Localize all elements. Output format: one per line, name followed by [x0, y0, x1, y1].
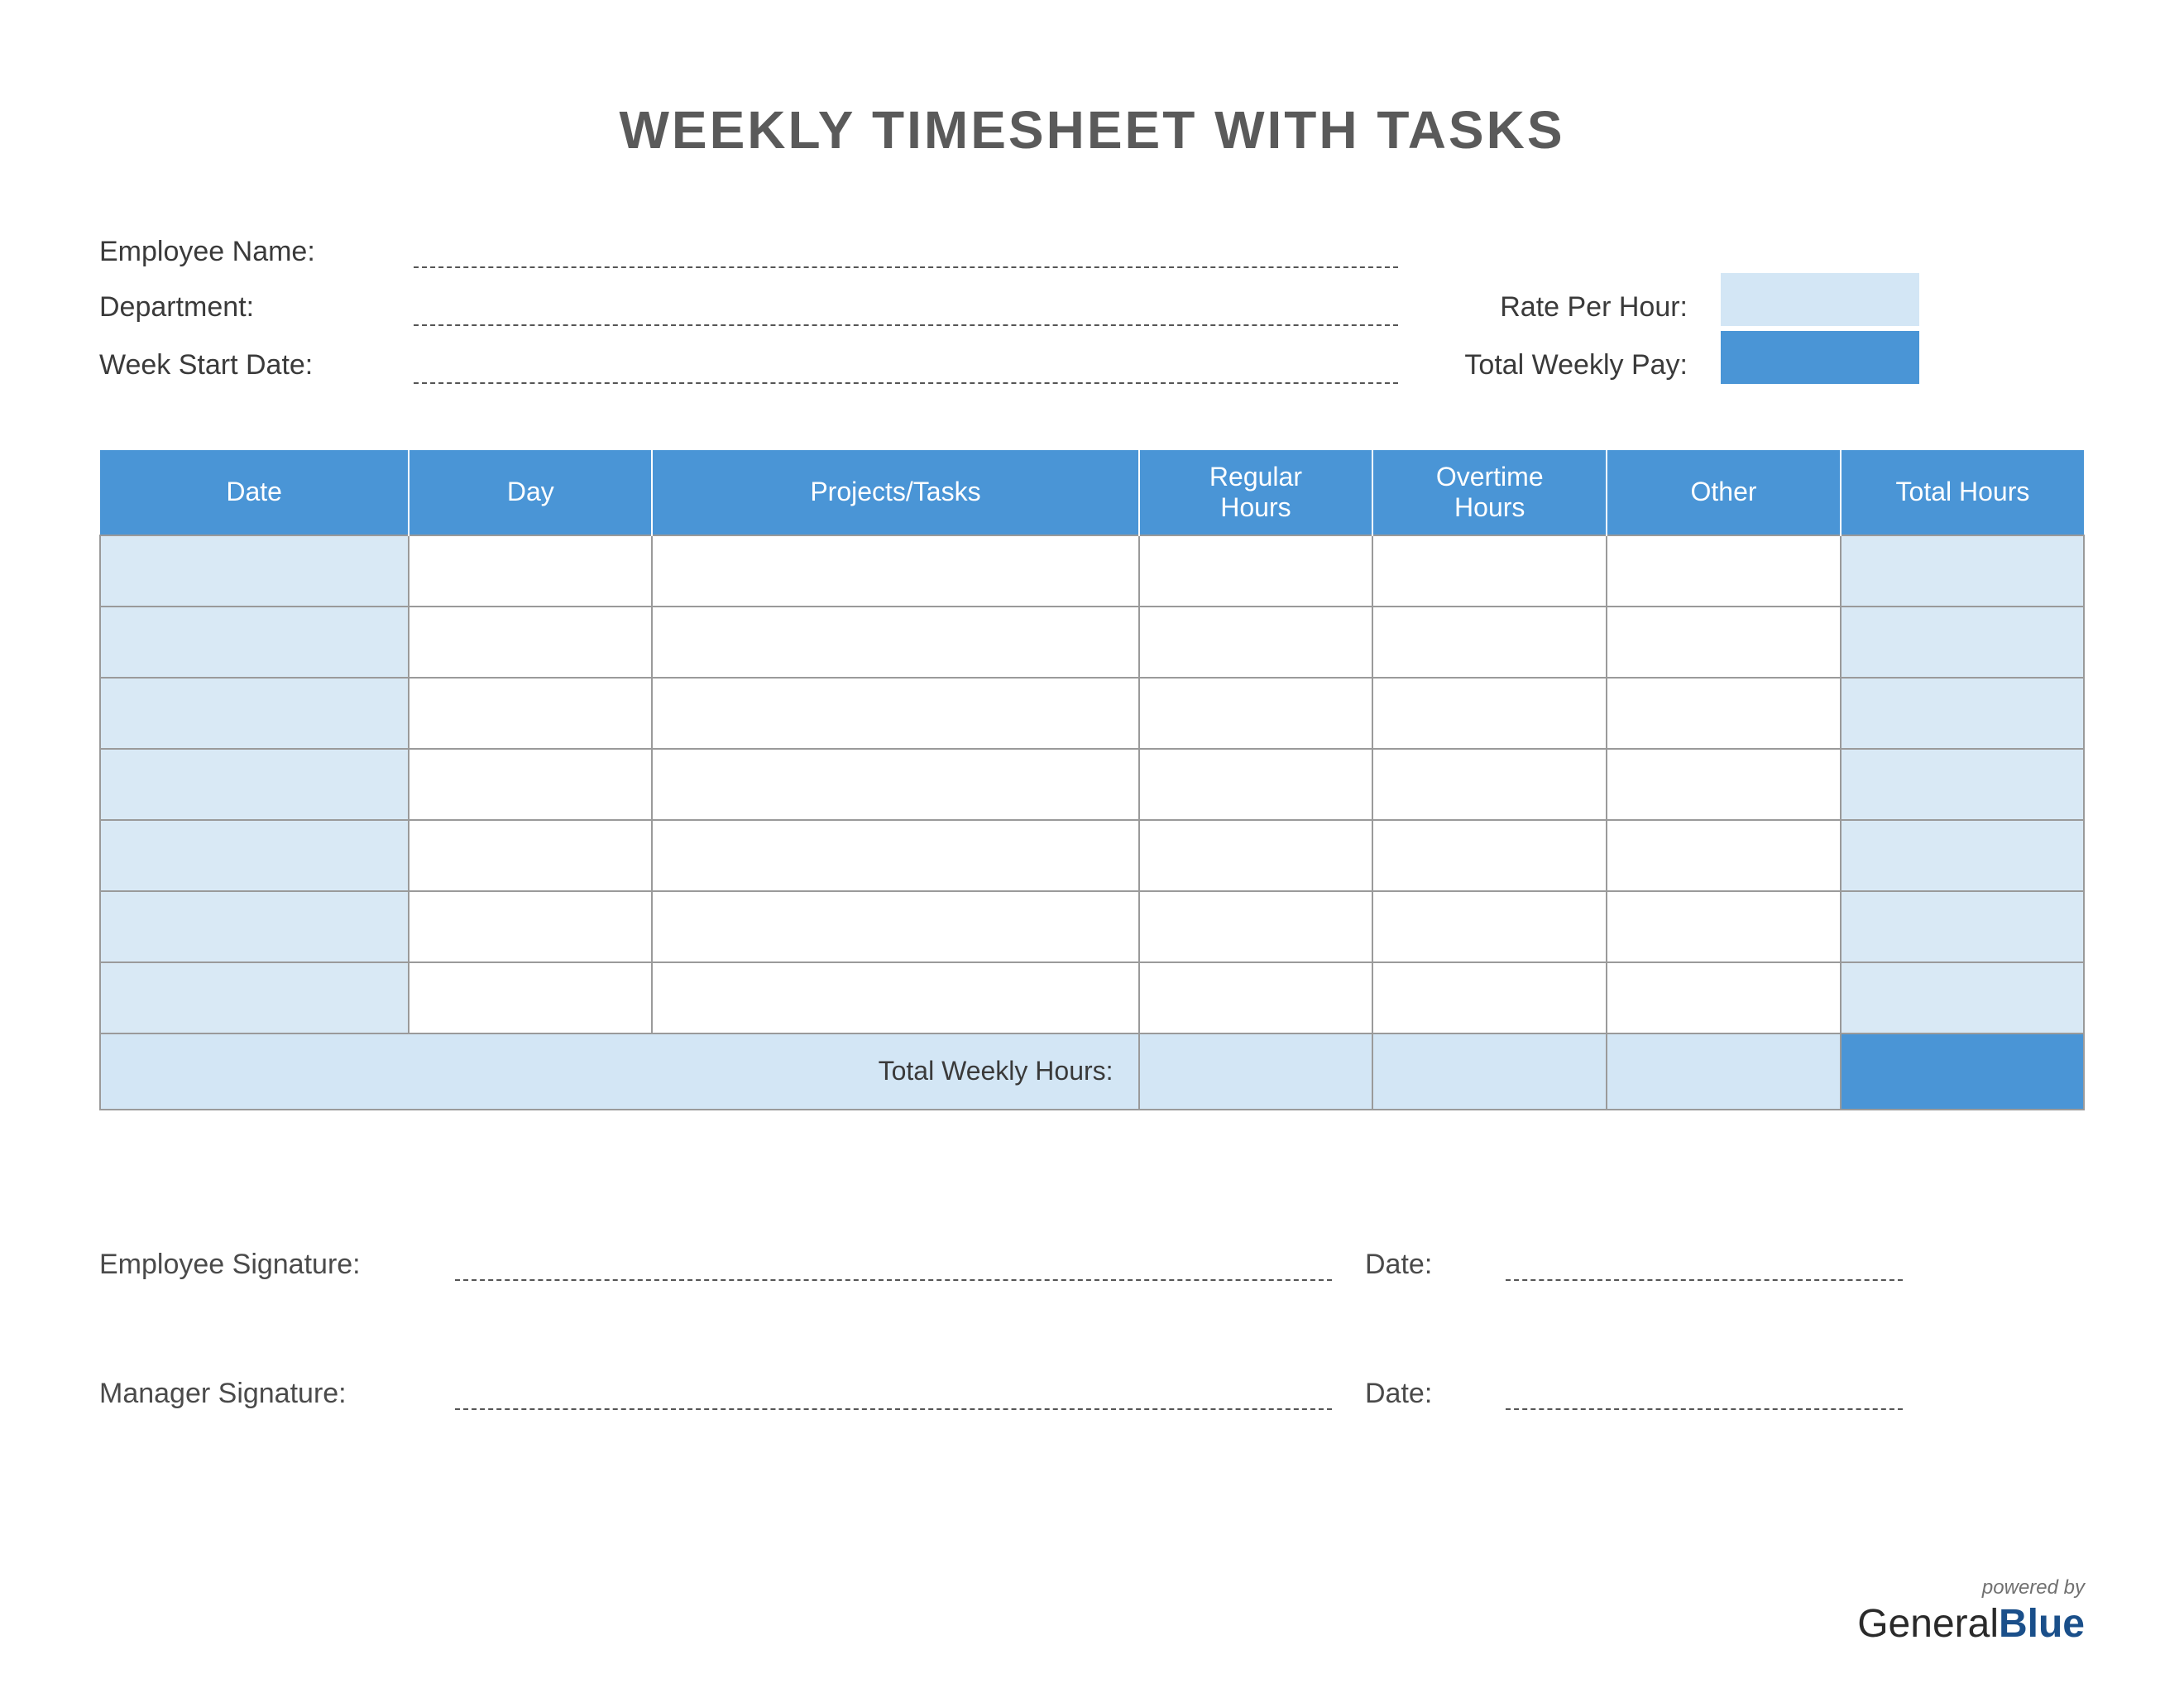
cell-overtime[interactable]	[1372, 535, 1607, 607]
cell-overtime[interactable]	[1372, 891, 1607, 962]
cell-date[interactable]	[100, 607, 409, 678]
cell-date[interactable]	[100, 891, 409, 962]
manager-date-field[interactable]	[1506, 1372, 1903, 1410]
cell-day[interactable]	[409, 607, 652, 678]
cell-overtime[interactable]	[1372, 607, 1607, 678]
week-start-label: Week Start Date:	[99, 349, 381, 381]
cell-projects[interactable]	[652, 962, 1138, 1033]
cell-regular[interactable]	[1139, 820, 1373, 891]
cell-regular[interactable]	[1139, 678, 1373, 749]
cell-other[interactable]	[1607, 820, 1841, 891]
info-block: Employee Name: Department: Rate Per Hour…	[99, 235, 2085, 384]
cell-total[interactable]	[1841, 962, 2084, 1033]
table-row	[100, 891, 2084, 962]
cell-total[interactable]	[1841, 535, 2084, 607]
cell-projects[interactable]	[652, 535, 1138, 607]
manager-date-label: Date:	[1365, 1378, 1473, 1410]
table-row	[100, 749, 2084, 820]
col-other: Other	[1607, 450, 1841, 535]
cell-regular[interactable]	[1139, 749, 1373, 820]
employee-signature-label: Employee Signature:	[99, 1249, 422, 1281]
total-weekly-hours-label: Total Weekly Hours:	[100, 1033, 1139, 1110]
cell-overtime[interactable]	[1372, 749, 1607, 820]
table-row	[100, 535, 2084, 607]
cell-projects[interactable]	[652, 820, 1138, 891]
cell-day[interactable]	[409, 678, 652, 749]
cell-total[interactable]	[1841, 891, 2084, 962]
total-weekly-pay-label: Total Weekly Pay:	[1431, 349, 1688, 381]
col-total: Total Hours	[1841, 450, 2084, 535]
cell-total[interactable]	[1841, 749, 2084, 820]
cell-regular[interactable]	[1139, 607, 1373, 678]
rate-per-hour-field[interactable]	[1721, 273, 1919, 326]
timesheet-table: Date Day Projects/Tasks Regular Hours Ov…	[99, 450, 2085, 1110]
cell-projects[interactable]	[652, 678, 1138, 749]
manager-signature-label: Manager Signature:	[99, 1378, 422, 1410]
cell-projects[interactable]	[652, 891, 1138, 962]
signatures-block: Employee Signature: Date: Manager Signat…	[99, 1243, 2085, 1410]
totals-row: Total Weekly Hours:	[100, 1033, 2084, 1110]
cell-day[interactable]	[409, 749, 652, 820]
cell-total[interactable]	[1841, 678, 2084, 749]
cell-other[interactable]	[1607, 607, 1841, 678]
table-row	[100, 962, 2084, 1033]
cell-date[interactable]	[100, 820, 409, 891]
cell-overtime[interactable]	[1372, 962, 1607, 1033]
cell-projects[interactable]	[652, 607, 1138, 678]
employee-date-field[interactable]	[1506, 1243, 1903, 1281]
col-day: Day	[409, 450, 652, 535]
sum-other	[1607, 1033, 1841, 1110]
cell-other[interactable]	[1607, 535, 1841, 607]
cell-day[interactable]	[409, 535, 652, 607]
cell-date[interactable]	[100, 962, 409, 1033]
table-row	[100, 820, 2084, 891]
total-weekly-pay-field	[1721, 331, 1919, 384]
sum-regular	[1139, 1033, 1373, 1110]
cell-regular[interactable]	[1139, 962, 1373, 1033]
page-title: WEEKLY TIMESHEET WITH TASKS	[99, 99, 2085, 161]
cell-date[interactable]	[100, 749, 409, 820]
col-overtime: Overtime Hours	[1372, 450, 1607, 535]
cell-day[interactable]	[409, 891, 652, 962]
cell-date[interactable]	[100, 678, 409, 749]
cell-overtime[interactable]	[1372, 678, 1607, 749]
employee-signature-field[interactable]	[455, 1243, 1332, 1281]
cell-regular[interactable]	[1139, 535, 1373, 607]
cell-other[interactable]	[1607, 962, 1841, 1033]
table-row	[100, 678, 2084, 749]
employee-date-label: Date:	[1365, 1249, 1473, 1281]
cell-date[interactable]	[100, 535, 409, 607]
cell-total[interactable]	[1841, 820, 2084, 891]
department-field[interactable]	[414, 293, 1398, 326]
col-regular: Regular Hours	[1139, 450, 1373, 535]
manager-signature-field[interactable]	[455, 1372, 1332, 1410]
cell-regular[interactable]	[1139, 891, 1373, 962]
col-projects: Projects/Tasks	[652, 450, 1138, 535]
footer: powered by GeneralBlue	[1857, 1576, 2085, 1647]
cell-projects[interactable]	[652, 749, 1138, 820]
cell-other[interactable]	[1607, 891, 1841, 962]
cell-day[interactable]	[409, 962, 652, 1033]
department-label: Department:	[99, 291, 381, 324]
table-row	[100, 607, 2084, 678]
cell-day[interactable]	[409, 820, 652, 891]
employee-name-field[interactable]	[414, 235, 1398, 268]
week-start-field[interactable]	[414, 351, 1398, 384]
sum-total	[1841, 1033, 2084, 1110]
rate-per-hour-label: Rate Per Hour:	[1431, 291, 1688, 324]
cell-other[interactable]	[1607, 678, 1841, 749]
col-date: Date	[100, 450, 409, 535]
brand-logo: GeneralBlue	[1857, 1601, 2085, 1647]
cell-total[interactable]	[1841, 607, 2084, 678]
cell-overtime[interactable]	[1372, 820, 1607, 891]
powered-by-text: powered by	[1857, 1576, 2085, 1599]
sum-overtime	[1372, 1033, 1607, 1110]
employee-name-label: Employee Name:	[99, 236, 381, 268]
cell-other[interactable]	[1607, 749, 1841, 820]
